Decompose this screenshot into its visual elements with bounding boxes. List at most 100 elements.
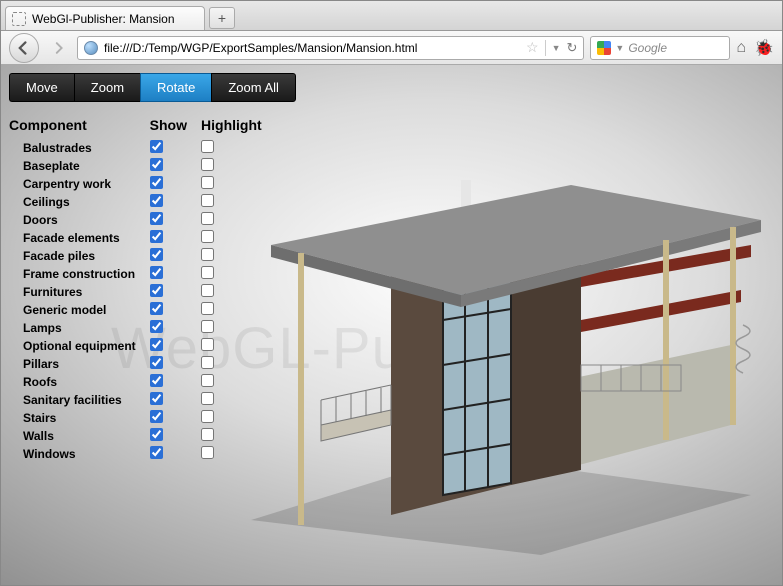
component-row: Pillars <box>9 355 276 373</box>
show-checkbox[interactable] <box>150 446 163 459</box>
component-row: Ceilings <box>9 193 276 211</box>
history-dropdown-icon[interactable]: ▼ <box>552 43 561 53</box>
component-name: Optional equipment <box>9 337 150 355</box>
search-box[interactable]: ▼ Google <box>590 36 730 60</box>
component-name: Balustrades <box>9 139 150 157</box>
tab-title: WebGl-Publisher: Mansion <box>32 12 175 26</box>
highlight-checkbox[interactable] <box>201 338 214 351</box>
search-engine-dropdown-icon[interactable]: ▼ <box>615 43 624 53</box>
component-row: Stairs <box>9 409 276 427</box>
highlight-checkbox[interactable] <box>201 446 214 459</box>
highlight-checkbox[interactable] <box>201 356 214 369</box>
highlight-checkbox[interactable] <box>201 320 214 333</box>
show-checkbox[interactable] <box>150 158 163 171</box>
zoom-all-button[interactable]: Zoom All <box>211 73 296 102</box>
new-tab-button[interactable]: + <box>209 7 235 29</box>
highlight-checkbox[interactable] <box>201 194 214 207</box>
arrow-left-icon <box>17 41 31 55</box>
browser-tabstrip: WebGl-Publisher: Mansion + <box>1 1 782 31</box>
highlight-checkbox[interactable] <box>201 284 214 297</box>
highlight-checkbox[interactable] <box>201 176 214 189</box>
component-name: Lamps <box>9 319 150 337</box>
show-checkbox[interactable] <box>150 194 163 207</box>
bookmark-star-icon[interactable]: ☆ <box>526 39 539 56</box>
browser-tab[interactable]: WebGl-Publisher: Mansion <box>5 6 205 30</box>
show-checkbox[interactable] <box>150 302 163 315</box>
show-checkbox[interactable] <box>150 356 163 369</box>
arrow-right-icon <box>52 42 64 54</box>
home-icon[interactable]: ⌂ <box>736 39 746 57</box>
show-checkbox[interactable] <box>150 140 163 153</box>
component-row: Facade elements <box>9 229 276 247</box>
component-name: Frame construction <box>9 265 150 283</box>
component-name: Stairs <box>9 409 150 427</box>
component-row: Facade piles <box>9 247 276 265</box>
header-component: Component <box>9 115 150 139</box>
show-checkbox[interactable] <box>150 392 163 405</box>
show-checkbox[interactable] <box>150 428 163 441</box>
highlight-checkbox[interactable] <box>201 410 214 423</box>
highlight-checkbox[interactable] <box>201 140 214 153</box>
component-name: Ceilings <box>9 193 150 211</box>
highlight-checkbox[interactable] <box>201 158 214 171</box>
firebug-icon[interactable]: 🐞 <box>754 38 774 58</box>
page-content: WebGL-Publisher Move Zoom Rotate Zoom Al… <box>1 65 782 585</box>
component-row: Sanitary facilities <box>9 391 276 409</box>
back-button[interactable] <box>9 33 39 63</box>
component-row: Lamps <box>9 319 276 337</box>
highlight-checkbox[interactable] <box>201 392 214 405</box>
component-row: Generic model <box>9 301 276 319</box>
show-checkbox[interactable] <box>150 266 163 279</box>
component-row: Walls <box>9 427 276 445</box>
url-bar[interactable]: ☆ ▼ ↻ <box>77 36 584 60</box>
browser-navbar: ☆ ▼ ↻ ▼ Google ⌂ 🐞 <box>1 31 782 65</box>
model-viewport[interactable] <box>211 125 771 565</box>
show-checkbox[interactable] <box>150 230 163 243</box>
highlight-checkbox[interactable] <box>201 248 214 261</box>
component-name: Walls <box>9 427 150 445</box>
search-placeholder: Google <box>628 41 667 55</box>
component-name: Facade elements <box>9 229 150 247</box>
move-button[interactable]: Move <box>9 73 74 102</box>
component-row: Balustrades <box>9 139 276 157</box>
highlight-checkbox[interactable] <box>201 212 214 225</box>
component-row: Windows <box>9 445 276 463</box>
highlight-checkbox[interactable] <box>201 266 214 279</box>
globe-icon <box>84 41 98 55</box>
highlight-checkbox[interactable] <box>201 374 214 387</box>
google-icon <box>597 41 611 55</box>
zoom-button[interactable]: Zoom <box>74 73 140 102</box>
component-name: Doors <box>9 211 150 229</box>
header-show: Show <box>150 115 201 139</box>
show-checkbox[interactable] <box>150 374 163 387</box>
show-checkbox[interactable] <box>150 212 163 225</box>
highlight-checkbox[interactable] <box>201 302 214 315</box>
component-name: Pillars <box>9 355 150 373</box>
component-row: Baseplate <box>9 157 276 175</box>
show-checkbox[interactable] <box>150 338 163 351</box>
show-checkbox[interactable] <box>150 320 163 333</box>
component-row: Carpentry work <box>9 175 276 193</box>
highlight-checkbox[interactable] <box>201 428 214 441</box>
component-row: Frame construction <box>9 265 276 283</box>
component-name: Furnitures <box>9 283 150 301</box>
component-row: Doors <box>9 211 276 229</box>
reload-icon[interactable]: ↻ <box>567 40 578 56</box>
component-name: Generic model <box>9 301 150 319</box>
view-toolbar: Move Zoom Rotate Zoom All <box>1 65 782 110</box>
rotate-button[interactable]: Rotate <box>140 73 211 102</box>
url-input[interactable] <box>104 41 520 55</box>
show-checkbox[interactable] <box>150 248 163 261</box>
forward-button[interactable] <box>45 35 71 61</box>
component-name: Baseplate <box>9 157 150 175</box>
component-name: Windows <box>9 445 150 463</box>
component-row: Furnitures <box>9 283 276 301</box>
tab-favicon <box>12 12 26 26</box>
highlight-checkbox[interactable] <box>201 230 214 243</box>
header-highlight: Highlight <box>201 115 276 139</box>
show-checkbox[interactable] <box>150 284 163 297</box>
show-checkbox[interactable] <box>150 410 163 423</box>
component-name: Facade piles <box>9 247 150 265</box>
show-checkbox[interactable] <box>150 176 163 189</box>
component-panel: Component Show Highlight BalustradesBase… <box>9 115 276 463</box>
